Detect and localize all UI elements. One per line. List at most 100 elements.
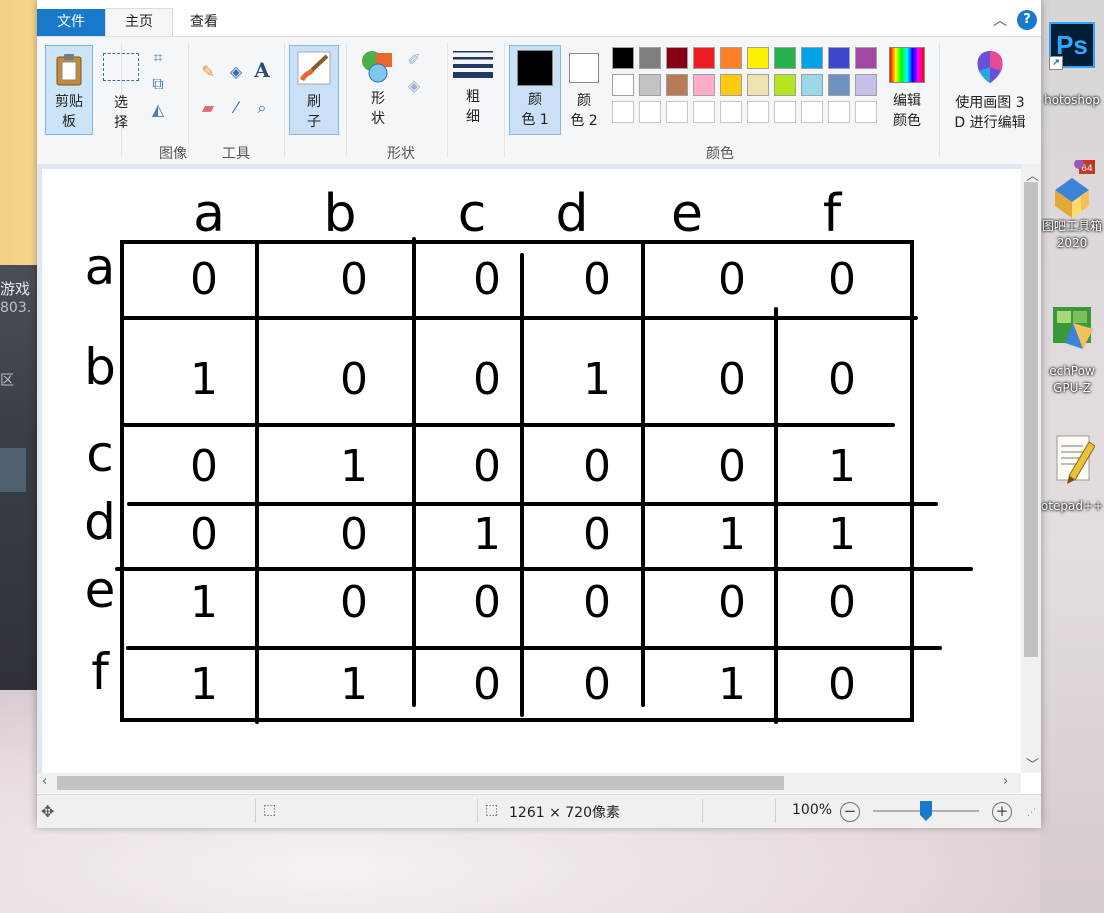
custom-color-slot[interactable] xyxy=(747,101,769,123)
drawing-canvas[interactable]: abcdefabcdef0000001001000100010010111000… xyxy=(42,169,1021,773)
palette-swatch[interactable] xyxy=(720,47,742,69)
group-separator xyxy=(447,43,448,157)
palette-swatch[interactable] xyxy=(720,74,742,96)
color2-button[interactable]: 颜 色 2 xyxy=(563,49,605,133)
table-cell: 0 xyxy=(828,577,856,628)
status-separator xyxy=(477,799,478,823)
table-cell: 0 xyxy=(718,577,746,628)
palette-swatch[interactable] xyxy=(666,74,688,96)
size-button[interactable]: 粗 细 xyxy=(451,49,495,133)
table-cell: 1 xyxy=(340,659,368,710)
table-cell: 0 xyxy=(473,441,501,492)
custom-color-slot[interactable] xyxy=(828,101,850,123)
resize-grip-icon[interactable]: ⋰ xyxy=(1027,808,1036,818)
custom-color-slot[interactable] xyxy=(666,101,688,123)
palette-swatch[interactable] xyxy=(828,74,850,96)
desktop-icon-toolbox[interactable]: 64 图吧工具箱 2020 xyxy=(1040,159,1104,252)
help-icon[interactable]: ? xyxy=(1017,10,1037,30)
scroll-down-icon[interactable]: ﹀ xyxy=(1026,754,1039,773)
table-cell: 0 xyxy=(828,354,856,405)
table-cell: 0 xyxy=(718,354,746,405)
pencil-icon[interactable]: ✎ xyxy=(197,61,219,83)
table-cell: 1 xyxy=(718,509,746,560)
scroll-left-icon[interactable]: ‹ xyxy=(42,774,47,789)
palette-swatch[interactable] xyxy=(855,47,877,69)
palette-swatch[interactable] xyxy=(747,74,769,96)
row-header: f xyxy=(91,643,110,701)
horizontal-scroll-thumb[interactable] xyxy=(57,776,784,790)
custom-color-slot[interactable] xyxy=(855,101,877,123)
brushes-label-2: 子 xyxy=(307,114,321,130)
vertical-scroll-thumb[interactable] xyxy=(1024,182,1038,657)
size-label-2: 细 xyxy=(466,109,480,125)
brushes-button[interactable]: 刷 子 xyxy=(289,45,339,135)
column-header: a xyxy=(193,184,225,244)
palette-swatch[interactable] xyxy=(747,47,769,69)
select-button[interactable]: 选 择 xyxy=(99,51,143,135)
table-cell: 0 xyxy=(718,254,746,305)
tab-view[interactable]: 查看 xyxy=(171,9,237,36)
palette-swatch[interactable] xyxy=(774,74,796,96)
palette-swatch[interactable] xyxy=(693,47,715,69)
palette-swatch[interactable] xyxy=(612,47,634,69)
palette-swatch[interactable] xyxy=(639,74,661,96)
paste-label-2: 板 xyxy=(62,114,76,130)
zoom-level: 100% xyxy=(792,802,833,818)
table-cell: 0 xyxy=(583,659,611,710)
zoom-out-button[interactable]: − xyxy=(840,802,860,822)
paint3d-label-2: D 进行编辑 xyxy=(954,115,1026,131)
zoom-slider-thumb[interactable] xyxy=(920,801,932,821)
resize-icon[interactable]: ⧉ xyxy=(147,73,169,95)
zoom-in-button[interactable]: + xyxy=(992,802,1012,822)
custom-color-slot[interactable] xyxy=(801,101,823,123)
column-header: c xyxy=(458,184,487,244)
fill-icon[interactable]: ◈ xyxy=(225,61,247,83)
canvas-area: abcdefabcdef0000001001000100010010111000… xyxy=(37,164,1041,773)
custom-color-slot[interactable] xyxy=(720,101,742,123)
line-width-icon xyxy=(453,51,493,78)
palette-swatch[interactable] xyxy=(774,47,796,69)
color2-label-2: 色 2 xyxy=(570,113,598,129)
custom-color-slot[interactable] xyxy=(693,101,715,123)
palette-swatch[interactable] xyxy=(639,47,661,69)
scroll-right-icon[interactable]: › xyxy=(1003,774,1008,789)
table-cell: 1 xyxy=(340,441,368,492)
custom-color-slot[interactable] xyxy=(612,101,634,123)
cursor-position-icon: ✥ xyxy=(41,802,55,821)
horizontal-scrollbar[interactable]: ‹ › xyxy=(37,773,1021,793)
color1-button[interactable]: 颜 色 1 xyxy=(509,45,561,135)
vertical-scrollbar[interactable]: ︿ ﹀ xyxy=(1021,164,1041,773)
palette-swatch[interactable] xyxy=(612,74,634,96)
palette-swatch[interactable] xyxy=(693,74,715,96)
palette-swatch[interactable] xyxy=(666,47,688,69)
table-cell: 0 xyxy=(190,441,218,492)
palette-swatch[interactable] xyxy=(801,47,823,69)
tab-file[interactable]: 文件 xyxy=(37,9,105,36)
palette-swatch[interactable] xyxy=(828,47,850,69)
outline-icon[interactable]: ✐ xyxy=(403,49,425,71)
shapes-label-2: 状 xyxy=(371,111,385,127)
table-cell: 0 xyxy=(828,659,856,710)
text-icon[interactable]: A xyxy=(251,59,273,81)
desktop-icon-notepadpp[interactable]: otepad++ xyxy=(1040,432,1104,515)
eraser-icon[interactable]: ▰ xyxy=(197,97,219,119)
rotate-icon[interactable]: ◭ xyxy=(147,99,169,121)
palette-swatch[interactable] xyxy=(855,74,877,96)
collapse-ribbon-icon[interactable]: ︿ xyxy=(993,10,1007,30)
tab-home[interactable]: 主页 xyxy=(105,8,173,37)
edit-with-paint3d-button[interactable]: 使用画图 3 D 进行编辑 xyxy=(943,49,1037,133)
crop-icon[interactable]: ⌗ xyxy=(147,47,169,69)
shape-fill-icon[interactable]: ◈ xyxy=(403,75,425,97)
magnifier-icon[interactable]: ⌕ xyxy=(251,97,273,119)
paste-button[interactable]: 剪贴 板 xyxy=(45,45,93,135)
edit-colors-button[interactable]: 编辑 颜色 xyxy=(885,47,929,131)
shapes-button[interactable]: 形 状 xyxy=(355,49,401,133)
custom-color-slot[interactable] xyxy=(774,101,796,123)
column-header: d xyxy=(555,184,588,244)
custom-color-slot[interactable] xyxy=(639,101,661,123)
palette-swatch[interactable] xyxy=(801,74,823,96)
color-picker-icon[interactable]: ⁄ xyxy=(225,97,247,119)
desktop-icon-gpuz[interactable]: echPow GPU-Z xyxy=(1040,303,1104,397)
desktop-icon-photoshop[interactable]: Ps ↗ hotoshop xyxy=(1040,22,1104,109)
table-cell: 0 xyxy=(190,254,218,305)
